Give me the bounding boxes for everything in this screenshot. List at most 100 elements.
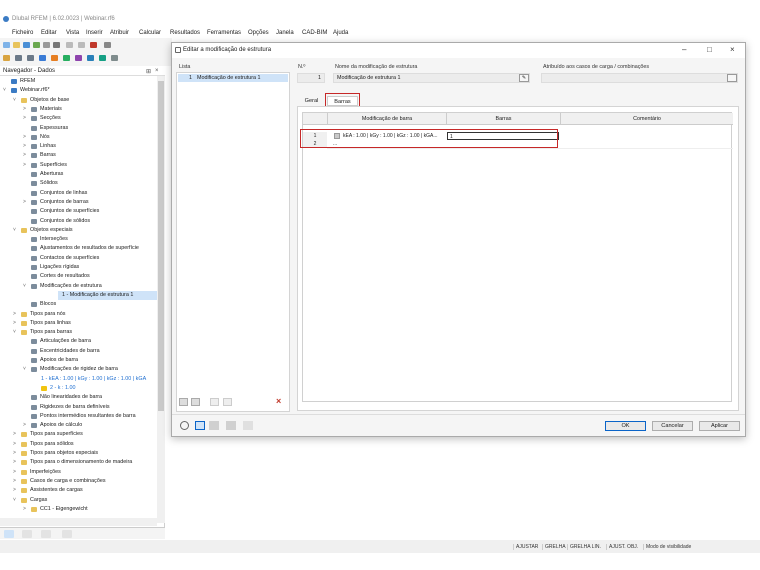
navigator-tree-item[interactable]: Excentricidades de barra [0, 347, 157, 356]
units-icon[interactable] [195, 421, 205, 430]
navigator-tree-item[interactable]: Articulações de barra [0, 337, 157, 346]
model-icon[interactable] [33, 42, 40, 48]
navigator-tree-item[interactable]: > Linhas [0, 142, 157, 151]
expand-toggle-icon[interactable]: ˅ [3, 86, 8, 95]
navigator-horizontal-scrollbar[interactable] [0, 518, 157, 526]
navigator-tree-item[interactable]: > Secções [0, 114, 157, 123]
expand-toggle-icon[interactable]: ˅ [13, 328, 18, 337]
navigator-tree-item[interactable]: ˅ Webinar.rf6* [0, 86, 157, 95]
name-field[interactable]: Modificação de estrutura 1 [333, 73, 530, 83]
function-icon[interactable] [243, 421, 253, 430]
navigator-tree-item[interactable]: Interseções [0, 235, 157, 244]
apply-button[interactable]: Aplicar [699, 421, 740, 431]
navigator-tree-item[interactable]: > Tipos para nós [0, 310, 157, 319]
navigator-tree-item[interactable]: Contactos de superfícies [0, 254, 157, 263]
status-grid[interactable]: GRELHA [542, 544, 566, 550]
search-icon[interactable] [180, 421, 189, 430]
pin-icon[interactable]: ⊞ [146, 68, 151, 75]
navigator-tree-item[interactable]: 2 - k : 1.00 [0, 384, 157, 393]
expand-toggle-icon[interactable]: > [23, 198, 28, 207]
section-tool-icon[interactable] [99, 55, 106, 61]
menu-calculate[interactable]: Calcular [139, 30, 161, 36]
report-icon[interactable] [78, 42, 85, 48]
navigator-tree-item[interactable]: Conjuntos de sólidos [0, 217, 157, 226]
expand-toggle-icon[interactable]: ˅ [13, 96, 18, 105]
navigator-tree-item[interactable]: ˅ Objetos de base [0, 96, 157, 105]
navigator-tree-item[interactable]: > Assistentes de cargas [0, 486, 157, 495]
menu-cad-bim[interactable]: CAD-BIM [302, 30, 327, 36]
navigator-tree-item[interactable]: Conjuntos de linhas [0, 189, 157, 198]
status-visibility-mode[interactable]: Modo de visibilidade [643, 544, 691, 550]
navigator-tree-item[interactable]: 1 - kEA : 1.00 | kGy : 1.00 | kGz : 1.00… [0, 375, 157, 384]
navigator-tree-item[interactable]: Não linearidades de barra [0, 393, 157, 402]
navigator-tree-item[interactable]: > Barras [0, 151, 157, 160]
expand-toggle-icon[interactable]: > [13, 310, 18, 319]
expand-toggle-icon[interactable]: ˅ [23, 282, 28, 291]
expand-toggle-icon[interactable]: > [23, 142, 28, 151]
navigator-tree-item[interactable]: > Materiais [0, 105, 157, 114]
expand-toggle-icon[interactable]: > [13, 458, 18, 467]
navigator-tree-item[interactable]: Ligações rígidas [0, 263, 157, 272]
help-icon[interactable] [226, 421, 236, 430]
scrollbar-thumb[interactable] [158, 81, 164, 411]
navigator-tree-item[interactable]: > CC1 - Eigengewicht [0, 505, 157, 514]
number-field[interactable]: 1 [297, 73, 325, 83]
navigator-tree-item[interactable]: > Tipos para objetos especiais [0, 449, 157, 458]
expand-toggle-icon[interactable]: > [13, 468, 18, 477]
navigator-tree-item[interactable]: > Casos de carga e combinações [0, 477, 157, 486]
navigator-tree-item[interactable]: RFEM [0, 77, 157, 86]
minimize-icon[interactable]: – [682, 45, 686, 54]
navigator-tree-item[interactable]: 1 - Modificação de estrutura 1 [58, 290, 157, 300]
edit-name-icon[interactable]: ✎ [519, 74, 529, 82]
navigator-tree-item[interactable]: Sólidos [0, 179, 157, 188]
menu-tools[interactable]: Ferramentas [207, 30, 241, 36]
surface-tool-icon[interactable] [75, 55, 82, 61]
open-icon[interactable] [13, 42, 20, 48]
new-item-icon[interactable] [179, 398, 188, 406]
expand-toggle-icon[interactable]: > [13, 486, 18, 495]
ok-button[interactable]: OK [605, 421, 646, 431]
expand-toggle-icon[interactable]: > [23, 105, 28, 114]
snap-icon[interactable] [3, 55, 10, 61]
status-object-snap[interactable]: AJUST. OBJ. [606, 544, 638, 550]
navigator-tree-item[interactable]: > Tipos para superfícies [0, 430, 157, 439]
navigator-tree-item[interactable]: > Tipos para o dimensionamento de madeira [0, 458, 157, 467]
dimension-tool-icon[interactable] [111, 55, 118, 61]
navigator-tree-item[interactable]: Ajustamentos de resultados de superfície [0, 244, 157, 253]
new-icon[interactable] [3, 42, 10, 48]
navigator-tree-item[interactable]: Apoios de barra [0, 356, 157, 365]
expand-toggle-icon[interactable]: > [13, 440, 18, 449]
menu-window[interactable]: Janela [276, 30, 294, 36]
delete-icon[interactable]: × [276, 396, 281, 406]
support-tool-icon[interactable] [51, 55, 58, 61]
navigator-tree-item[interactable]: Cortes de resultados [0, 272, 157, 281]
navigator-tree-item[interactable]: Espessuras [0, 124, 157, 133]
info-icon[interactable] [209, 421, 219, 430]
results-tab-icon[interactable] [62, 530, 72, 538]
expand-toggle-icon[interactable]: ˅ [23, 365, 28, 374]
navigator-tree-item[interactable]: > Imperfeições [0, 468, 157, 477]
table-icon[interactable] [66, 42, 73, 48]
navigator-tree-item[interactable]: ˅ Cargas [0, 496, 157, 505]
expand-toggle-icon[interactable]: > [23, 421, 28, 430]
save-icon[interactable] [23, 42, 30, 48]
member-tool-icon[interactable] [27, 55, 34, 61]
expand-toggle-icon[interactable]: ˅ [13, 496, 18, 505]
list-item[interactable]: 1 Modificação de estrutura 1 [178, 74, 288, 82]
copy-item-icon[interactable] [191, 398, 200, 406]
expand-toggle-icon[interactable]: > [13, 430, 18, 439]
line-tool-icon[interactable] [15, 55, 22, 61]
navigator-tree-item[interactable]: > Nós [0, 133, 157, 142]
select-load-cases-icon[interactable] [727, 74, 737, 82]
navigator-tree-item[interactable]: ˅ Objetos especiais [0, 226, 157, 235]
printer-icon[interactable] [53, 42, 60, 48]
menu-help[interactable]: Ajuda [333, 30, 348, 36]
print-icon[interactable] [43, 42, 50, 48]
display-tab-icon[interactable] [22, 530, 32, 538]
renumber-icon[interactable] [223, 398, 232, 406]
menu-view[interactable]: Vista [66, 30, 79, 36]
menu-results[interactable]: Resultados [170, 30, 200, 36]
expand-toggle-icon[interactable]: > [23, 505, 28, 514]
navigator-tree-item[interactable]: > Tipos para linhas [0, 319, 157, 328]
expand-toggle-icon[interactable]: > [23, 133, 28, 142]
